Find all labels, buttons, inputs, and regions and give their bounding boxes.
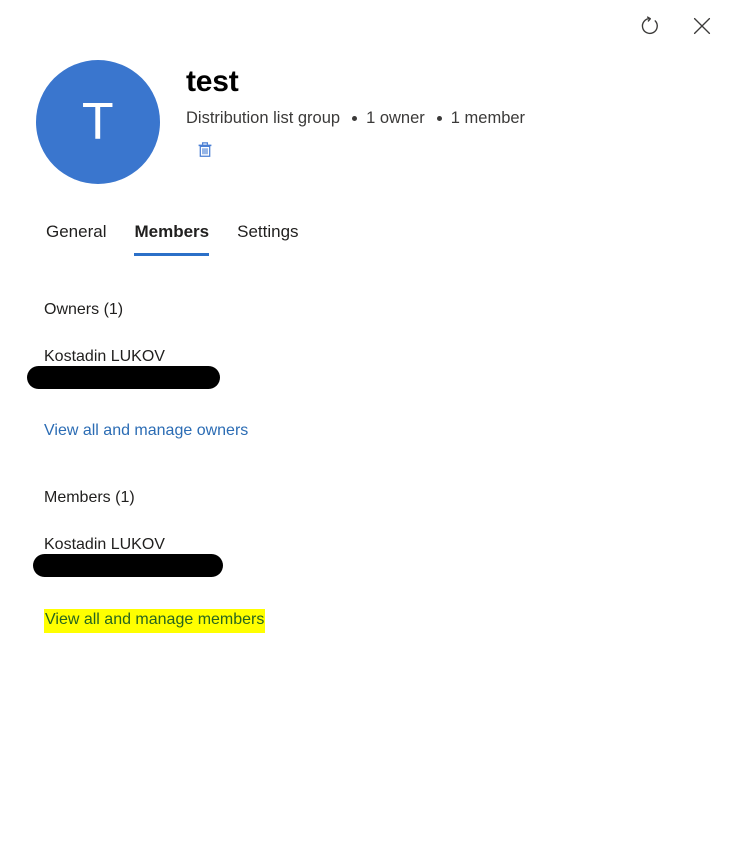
identity-text-block: test Distribution list group 1 owner 1 m…	[186, 60, 525, 166]
member-count-label: 1 member	[450, 108, 526, 127]
avatar-initial: T	[81, 93, 115, 151]
delete-group-button[interactable]	[188, 136, 222, 166]
members-section-title: Members (1)	[44, 488, 135, 506]
tab-strip: General Members Settings	[44, 222, 313, 257]
owners-section-title: Owners (1)	[44, 301, 124, 318]
redaction-bar	[27, 366, 220, 390]
view-all-owners-link[interactable]: View all and manage owners	[44, 421, 248, 442]
member-name: Kostadin LUKOV	[44, 536, 165, 554]
tab-general-label: General	[46, 222, 107, 241]
group-identity-header: T test Distribution list group 1 owner 1…	[36, 60, 525, 184]
group-meta-line: Distribution list group 1 owner 1 member	[186, 109, 525, 129]
refresh-button[interactable]	[633, 9, 667, 43]
members-section: Members (1) Kostadin LUKOV View all and …	[33, 488, 713, 633]
tab-settings-label: Settings	[237, 222, 299, 241]
trash-icon	[195, 139, 215, 164]
bullet-separator-icon	[436, 115, 442, 121]
list-item[interactable]: Kostadin LUKOV	[27, 347, 713, 390]
owner-count-label: 1 owner	[366, 108, 425, 127]
tab-members-label: Members	[134, 222, 210, 241]
list-item[interactable]: Kostadin LUKOV	[33, 535, 713, 578]
header-command-bar	[188, 136, 525, 166]
tab-members[interactable]: Members	[120, 222, 223, 257]
bullet-separator-icon	[352, 115, 358, 121]
group-type-label: Distribution list group	[186, 108, 341, 127]
close-button[interactable]	[685, 9, 719, 43]
owners-section: Owners (1) Kostadin LUKOV View all and m…	[27, 300, 713, 442]
page-title: test	[186, 65, 239, 98]
view-all-members-link[interactable]: View all and manage members	[44, 609, 266, 633]
avatar: T	[36, 60, 160, 184]
close-icon	[691, 15, 713, 37]
window-action-bar	[633, 0, 733, 52]
tab-general[interactable]: General	[44, 222, 120, 256]
owner-name: Kostadin LUKOV	[44, 348, 165, 366]
members-tab-panel: Owners (1) Kostadin LUKOV View all and m…	[27, 300, 713, 633]
redaction-bar	[33, 554, 223, 578]
refresh-icon	[639, 15, 661, 37]
tab-settings[interactable]: Settings	[223, 222, 312, 256]
